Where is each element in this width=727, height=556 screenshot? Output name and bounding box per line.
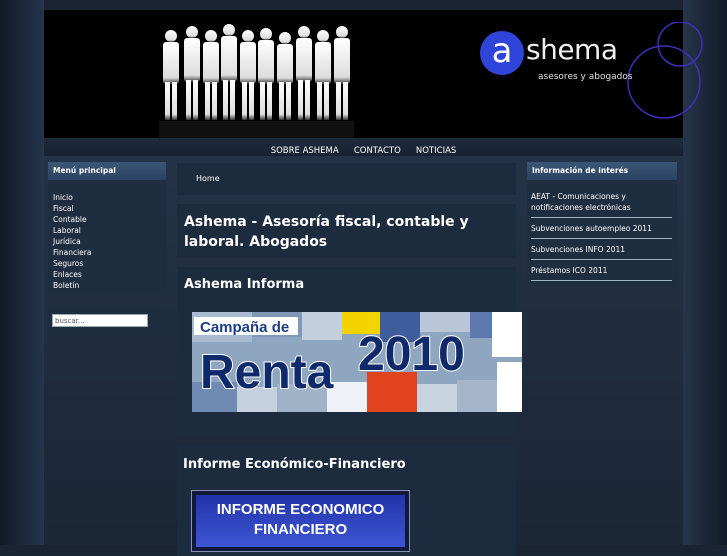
menu-item-contable[interactable]: Contable xyxy=(53,214,166,225)
breadcrumb-home-link[interactable]: Home xyxy=(196,174,220,183)
breadcrumb: Home xyxy=(177,163,516,195)
nav-link-contacto[interactable]: CONTACTO xyxy=(354,146,401,156)
informe-banner-line2: FINANCIERO xyxy=(253,521,348,538)
main-menu-list: Inicio Fiscal Contable Laboral Jurídica … xyxy=(48,192,166,291)
logo-letter-circle: a xyxy=(480,31,524,75)
banner-year-text: 2010 xyxy=(358,328,465,381)
menu-item-juridica[interactable]: Jurídica xyxy=(53,236,166,247)
ashema-informa-section: Ashema Informa Campaña de Renta 2010 xyxy=(177,267,522,434)
informe-banner-inner: INFORME ECONOMICO FINANCIERO xyxy=(196,495,405,547)
menu-item-financiera[interactable]: Financiera xyxy=(53,247,166,258)
info-panel-title: Información de interés xyxy=(527,162,677,180)
search-input[interactable] xyxy=(52,314,148,327)
main-menu-panel: Menú principal Inicio Fiscal Contable La… xyxy=(48,162,166,294)
page-background-left xyxy=(0,0,44,545)
menu-item-seguros[interactable]: Seguros xyxy=(53,258,166,269)
top-navigation: SOBRE ASHEMA CONTACTO NOTICIAS xyxy=(44,138,683,156)
nav-link-sobre-ashema[interactable]: SOBRE ASHEMA xyxy=(271,146,339,156)
menu-item-inicio[interactable]: Inicio xyxy=(53,192,166,203)
menu-item-laboral[interactable]: Laboral xyxy=(53,225,166,236)
renta-2010-banner[interactable]: Campaña de Renta 2010 xyxy=(192,312,522,412)
nav-link-noticias[interactable]: NOTICIAS xyxy=(416,146,456,156)
info-list: AEAT - Comunicaciones y notificaciones e… xyxy=(527,186,677,281)
menu-item-fiscal[interactable]: Fiscal xyxy=(53,203,166,214)
informe-economico-banner[interactable]: INFORME ECONOMICO FINANCIERO xyxy=(191,490,410,552)
logo-wordmark: shema xyxy=(526,33,618,66)
page-title-box: Ashema - Asesoría fiscal, contable y lab… xyxy=(177,204,516,258)
banner-campana-text: Campaña de xyxy=(200,319,289,336)
menu-item-enlaces[interactable]: Enlaces xyxy=(53,269,166,280)
search-panel xyxy=(48,306,166,336)
info-panel: Información de interés AEAT - Comunicaci… xyxy=(527,162,677,286)
info-link-prestamos-ico[interactable]: Préstamos ICO 2011 xyxy=(531,260,672,281)
info-link-aeat[interactable]: AEAT - Comunicaciones y notificaciones e… xyxy=(531,186,672,218)
page-title: Ashema - Asesoría fiscal, contable y lab… xyxy=(184,214,469,250)
ashema-logo[interactable]: a shema asesores y abogados xyxy=(474,22,703,137)
info-link-subvenciones-autoempleo[interactable]: Subvenciones autoempleo 2011 xyxy=(531,218,672,239)
site-header: a shema asesores y abogados xyxy=(44,10,703,138)
menu-item-boletin[interactable]: Boletín xyxy=(53,280,166,291)
main-menu-title: Menú principal xyxy=(48,162,166,180)
informe-economico-title: Informe Económico-Financiero xyxy=(183,457,406,472)
informe-economico-section: Informe Económico-Financiero INFORME ECO… xyxy=(177,446,516,556)
informe-banner-line1: INFORME ECONOMICO xyxy=(216,501,385,518)
info-link-subvenciones-info[interactable]: Subvenciones INFO 2011 xyxy=(531,239,672,260)
banner-renta-text: Renta xyxy=(200,346,334,399)
logo-tagline: asesores y abogados xyxy=(538,72,633,82)
ashema-informa-title: Ashema Informa xyxy=(184,277,305,292)
business-people-silhouette-image xyxy=(159,24,354,138)
